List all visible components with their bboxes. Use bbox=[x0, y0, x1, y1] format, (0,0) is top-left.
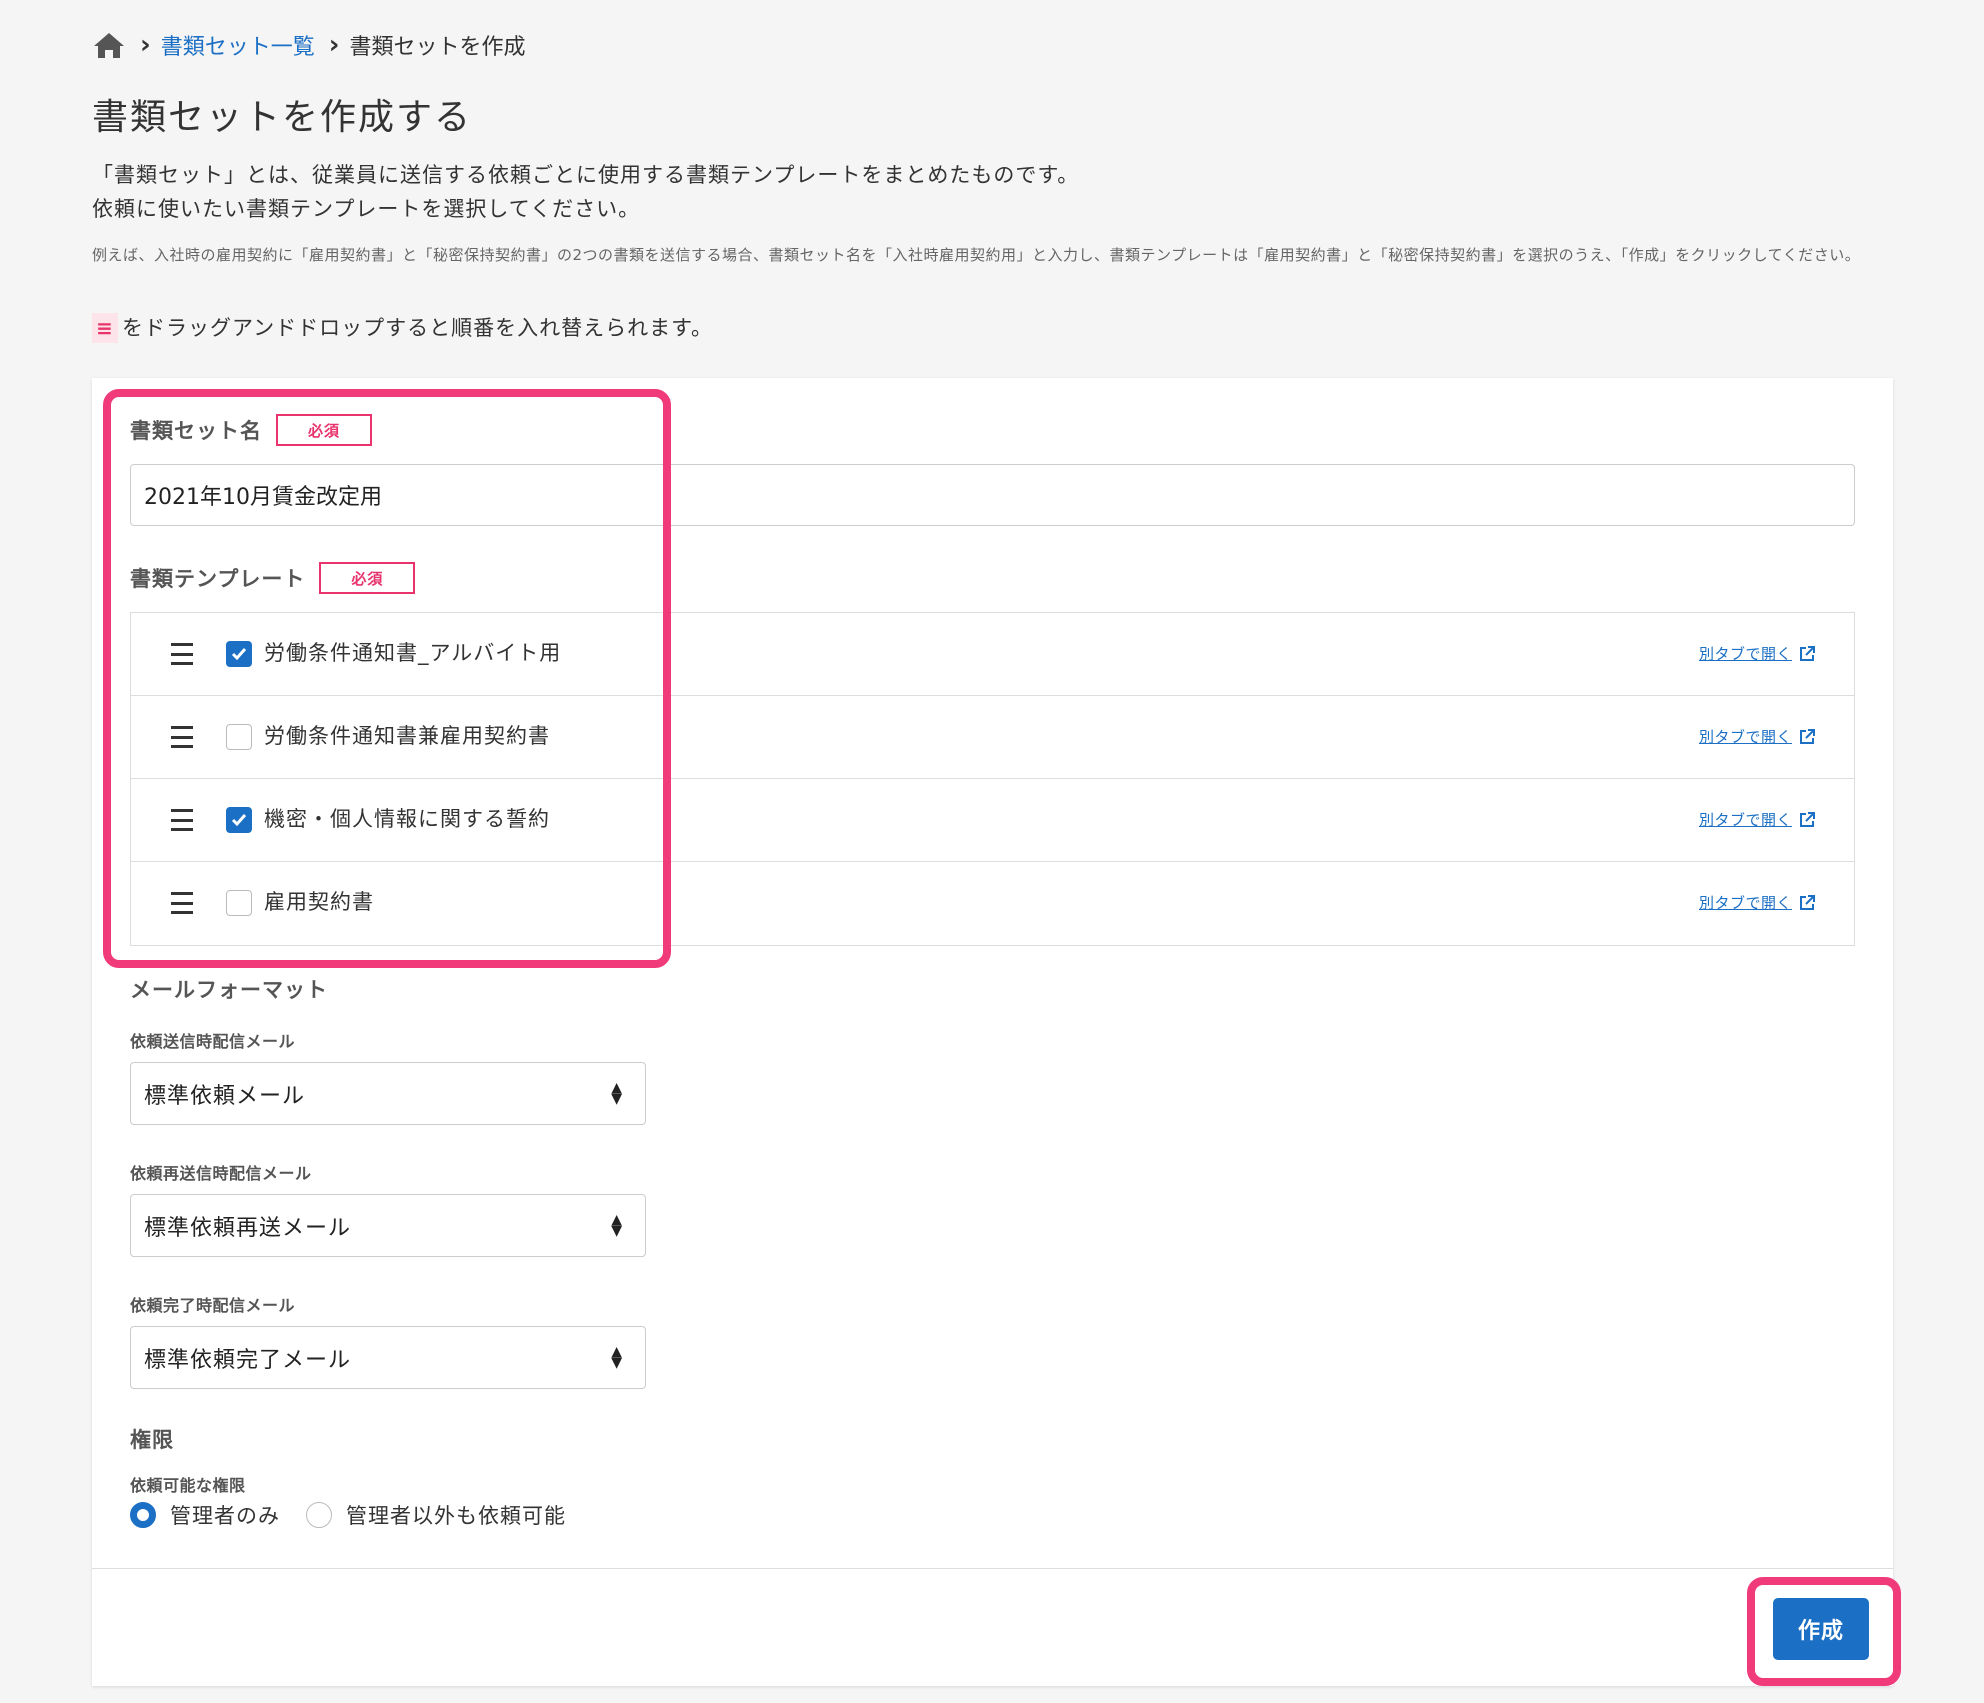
templates-label-text: 書類テンプレート bbox=[130, 567, 306, 591]
external-link-icon bbox=[1800, 728, 1815, 744]
mail-complete-value: 標準依頼完了メール bbox=[144, 1347, 352, 1373]
open-in-new-tab-link[interactable]: 別タブで開く bbox=[1699, 809, 1816, 830]
template-row: 機密・個人情報に関する誓約 別タブで開く bbox=[131, 779, 1854, 862]
permission-radio-group: 管理者のみ 管理者以外も依頼可能 bbox=[130, 1500, 592, 1530]
intro-line-1: 「書類セット」とは、従業員に送信する依頼ごとに使用する書類テンプレートをまとめた… bbox=[92, 163, 1080, 187]
mail-format-label: メールフォーマット bbox=[130, 978, 328, 1002]
template-name: 雇用契約書 bbox=[264, 890, 374, 914]
mail-resend-label: 依頼再送信時配信メール bbox=[130, 1164, 312, 1183]
mail-send-label: 依頼送信時配信メール bbox=[130, 1032, 296, 1051]
open-link-label: 別タブで開く bbox=[1698, 811, 1792, 829]
template-checkbox[interactable] bbox=[226, 641, 252, 667]
open-in-new-tab-link[interactable]: 別タブで開く bbox=[1699, 892, 1816, 913]
chevron-right-icon: › bbox=[328, 30, 340, 60]
radio-admin-only[interactable]: 管理者のみ bbox=[130, 1500, 280, 1530]
templates-label: 書類テンプレート 必須 bbox=[130, 562, 416, 594]
open-link-label: 別タブで開く bbox=[1698, 728, 1792, 746]
permission-label: 権限 bbox=[130, 1428, 174, 1452]
chevron-right-icon: › bbox=[140, 30, 151, 60]
template-row: 労働条件通知書兼雇用契約書 別タブで開く bbox=[131, 696, 1854, 779]
template-checkbox[interactable] bbox=[226, 807, 252, 833]
mail-resend-value: 標準依頼再送メール bbox=[144, 1215, 352, 1241]
open-link-label: 別タブで開く bbox=[1698, 645, 1792, 663]
drag-handle-icon[interactable] bbox=[171, 643, 193, 665]
set-name-label-text: 書類セット名 bbox=[130, 419, 262, 443]
drag-handle-icon[interactable] bbox=[171, 809, 193, 831]
page: › 書類セット一覧 › 書類セットを作成 書類セットを作成する 「書類セット」と… bbox=[0, 0, 1984, 1703]
external-link-icon bbox=[1800, 894, 1815, 910]
template-name: 労働条件通知書兼雇用契約書 bbox=[264, 724, 550, 748]
mail-complete-select[interactable]: 標準依頼完了メール ▲ ▼ bbox=[130, 1326, 646, 1389]
set-name-input[interactable] bbox=[130, 464, 1855, 526]
intro-line-2: 依頼に使いたい書類テンプレートを選択してください。 bbox=[92, 197, 641, 221]
breadcrumb-link-document-set-list[interactable]: 書類セット一覧 bbox=[161, 29, 315, 61]
template-list: 労働条件通知書_アルバイト用 別タブで開く 労働条件通知書兼雇用契約書 別タブで… bbox=[130, 612, 1855, 946]
select-arrows-icon: ▲ ▼ bbox=[611, 1080, 623, 1107]
drag-drop-hint-text: をドラッグアンドドロップすると順番を入れ替えられます。 bbox=[122, 316, 714, 340]
radio-button[interactable] bbox=[306, 1502, 332, 1528]
open-in-new-tab-link[interactable]: 別タブで開く bbox=[1699, 643, 1816, 664]
template-name: 機密・個人情報に関する誓約 bbox=[264, 807, 550, 831]
create-button[interactable]: 作成 bbox=[1773, 1598, 1869, 1660]
form-footer: 作成 bbox=[92, 1568, 1893, 1686]
open-in-new-tab-link[interactable]: 別タブで開く bbox=[1699, 726, 1816, 747]
select-arrows-icon: ▲ ▼ bbox=[611, 1212, 623, 1239]
required-badge: 必須 bbox=[319, 562, 416, 594]
example-text: 例えば、入社時の雇用契約に「雇用契約書」と「秘密保持契約書」の2つの書類を送信す… bbox=[92, 246, 1861, 264]
drag-drop-hint: ≡ をドラッグアンドドロップすると順番を入れ替えられます。 bbox=[92, 312, 713, 344]
template-row: 労働条件通知書_アルバイト用 別タブで開く bbox=[131, 613, 1854, 696]
form-card: 書類セット名 必須 書類テンプレート 必須 労働条件通知書_アルバイト用 別タブ… bbox=[92, 378, 1893, 1686]
mail-send-value: 標準依頼メール bbox=[144, 1083, 306, 1109]
permission-sub-label: 依頼可能な権限 bbox=[130, 1476, 246, 1495]
home-icon[interactable] bbox=[92, 31, 126, 59]
radio-non-admin-allowed[interactable]: 管理者以外も依頼可能 bbox=[306, 1500, 566, 1530]
template-checkbox[interactable] bbox=[226, 890, 252, 916]
page-title: 書類セットを作成する bbox=[92, 97, 473, 138]
external-link-icon bbox=[1800, 811, 1815, 827]
radio-button-selected[interactable] bbox=[130, 1502, 156, 1528]
radio-label: 管理者のみ bbox=[170, 1504, 280, 1528]
required-badge: 必須 bbox=[276, 414, 372, 446]
select-arrows-icon: ▲ ▼ bbox=[611, 1344, 623, 1371]
drag-handle-icon[interactable] bbox=[171, 892, 193, 914]
open-link-label: 別タブで開く bbox=[1698, 894, 1792, 912]
template-row: 雇用契約書 別タブで開く bbox=[131, 862, 1854, 945]
mail-resend-select[interactable]: 標準依頼再送メール ▲ ▼ bbox=[130, 1194, 646, 1257]
radio-label: 管理者以外も依頼可能 bbox=[346, 1504, 566, 1528]
breadcrumb-current: 書類セットを作成 bbox=[349, 35, 526, 60]
intro-text: 「書類セット」とは、従業員に送信する依頼ごとに使用する書類テンプレートをまとめた… bbox=[92, 158, 1079, 226]
drag-handle-icon: ≡ bbox=[92, 313, 118, 343]
breadcrumb: › 書類セット一覧 › 書類セットを作成 bbox=[92, 28, 525, 62]
set-name-label: 書類セット名 必須 bbox=[130, 414, 372, 446]
external-link-icon bbox=[1800, 645, 1815, 661]
mail-complete-label: 依頼完了時配信メール bbox=[130, 1296, 296, 1315]
mail-send-select[interactable]: 標準依頼メール ▲ ▼ bbox=[130, 1062, 646, 1125]
drag-handle-icon[interactable] bbox=[171, 726, 193, 748]
template-name: 労働条件通知書_アルバイト用 bbox=[264, 641, 562, 665]
template-checkbox[interactable] bbox=[226, 724, 252, 750]
